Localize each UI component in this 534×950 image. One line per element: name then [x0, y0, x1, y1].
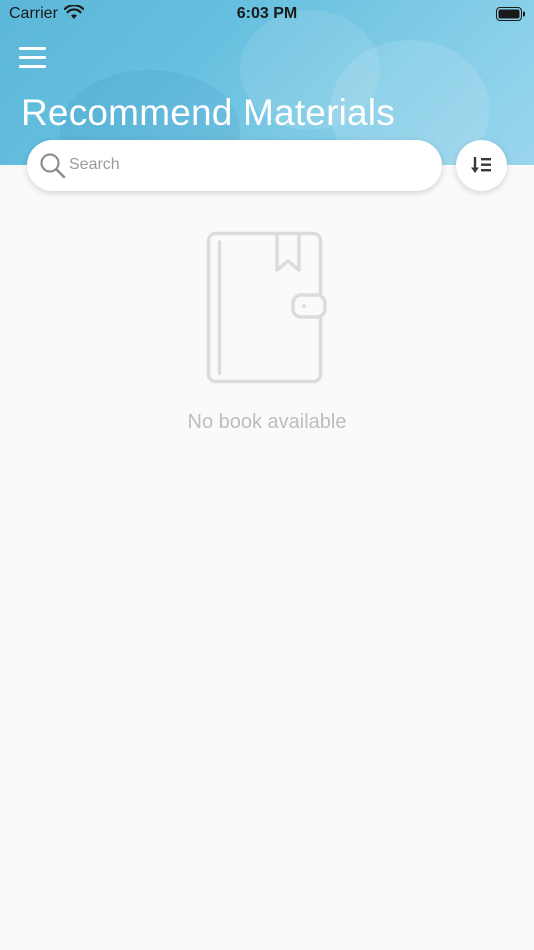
- sort-list-icon: [471, 157, 491, 173]
- battery-icon: [496, 7, 525, 21]
- status-bar: Carrier 6:03 PM: [0, 0, 534, 28]
- search-icon: [40, 153, 66, 179]
- hamburger-menu-icon[interactable]: [19, 45, 47, 71]
- book-icon: [206, 231, 327, 384]
- sort-button[interactable]: [456, 140, 507, 191]
- empty-state-message: No book available: [187, 411, 347, 433]
- search-input[interactable]: [69, 148, 429, 182]
- search-bar[interactable]: [27, 140, 442, 191]
- page-title: Recommend Materials: [21, 92, 395, 133]
- clock-time: 6:03 PM: [236, 5, 298, 22]
